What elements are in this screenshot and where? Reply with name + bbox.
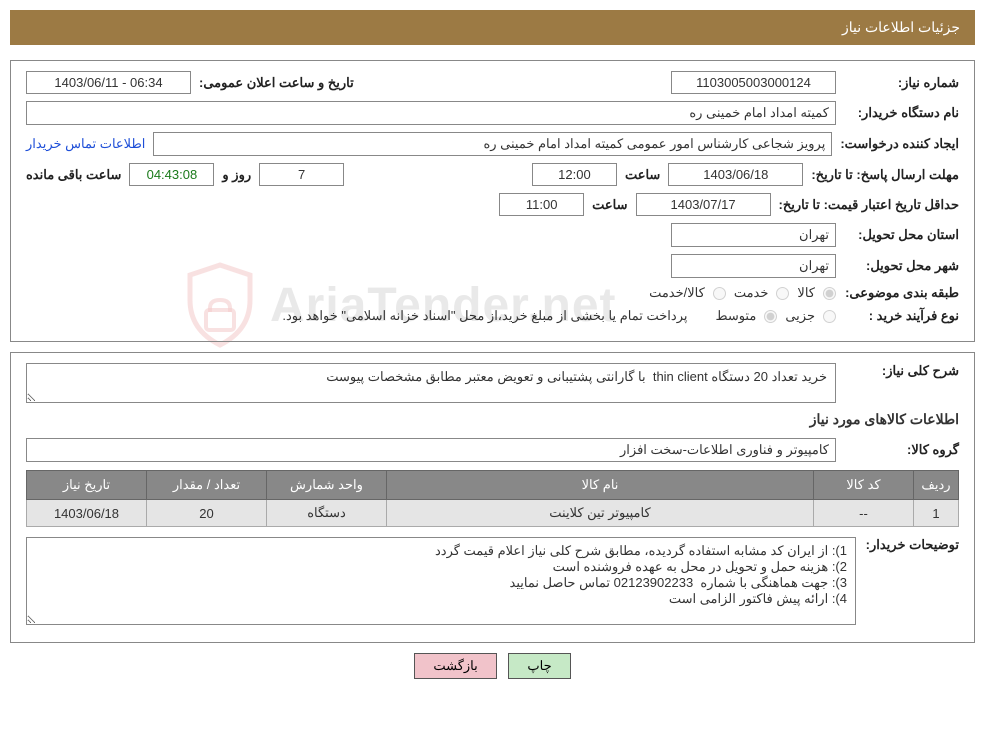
purchase-medium-label: متوسط xyxy=(715,308,756,324)
items-title: اطلاعات کالاهای مورد نیاز xyxy=(26,411,959,428)
category-goods-label: کالا xyxy=(797,285,815,301)
category-goods-service-radio[interactable] xyxy=(713,287,726,300)
province-label: استان محل تحویل: xyxy=(844,227,959,243)
deadline-time-field: 12:00 xyxy=(532,163,617,186)
purchase-minor-radio[interactable] xyxy=(823,310,836,323)
details-section: شرح کلی نیاز: خرید تعداد 20 دستگاه thin … xyxy=(10,352,975,643)
table-row: 1 -- کامپیوتر تین کلاینت دستگاه 20 1403/… xyxy=(27,500,959,527)
time-label-2: ساعت xyxy=(592,197,627,213)
time-label-1: ساعت xyxy=(625,167,660,183)
buyer-org-field: کمیته امداد امام خمینی ره xyxy=(26,101,836,125)
page-title: جزئیات اطلاعات نیاز xyxy=(842,19,960,35)
buyer-contact-link[interactable]: اطلاعات تماس خریدار xyxy=(26,136,145,152)
buyer-notes-label: توضیحات خریدار: xyxy=(864,537,959,553)
province-field: تهران xyxy=(671,223,836,247)
group-label: گروه کالا: xyxy=(844,442,959,458)
validity-time-field: 11:00 xyxy=(499,193,584,216)
cell-unit: دستگاه xyxy=(267,500,387,527)
desc-label: شرح کلی نیاز: xyxy=(844,363,959,379)
th-qty: تعداد / مقدار xyxy=(147,471,267,500)
print-button[interactable]: چاپ xyxy=(508,653,570,679)
info-section: شماره نیاز: 1103005003000124 تاریخ و ساع… xyxy=(10,60,975,342)
category-service-radio[interactable] xyxy=(776,287,789,300)
days-remaining-field: 7 xyxy=(259,163,344,186)
back-button[interactable]: بازگشت xyxy=(414,653,496,679)
city-label: شهر محل تحویل: xyxy=(844,258,959,274)
desc-field: خرید تعداد 20 دستگاه thin client با گارا… xyxy=(26,363,836,403)
countdown-field: 04:43:08 xyxy=(129,163,214,186)
purchase-type-label: نوع فرآیند خرید : xyxy=(844,308,959,324)
cell-name: کامپیوتر تین کلاینت xyxy=(387,500,814,527)
city-field: تهران xyxy=(671,254,836,278)
purchase-medium-radio[interactable] xyxy=(764,310,777,323)
cell-date: 1403/06/18 xyxy=(27,500,147,527)
th-row: ردیف xyxy=(914,471,959,500)
category-service-label: خدمت xyxy=(734,285,769,301)
requester-field: پرویز شجاعی کارشناس امور عمومی کمیته امد… xyxy=(153,132,832,156)
buyer-notes-field: 1): از ایران کد مشابه استفاده گردیده، مط… xyxy=(26,537,856,625)
th-code: کد کالا xyxy=(814,471,914,500)
cell-qty: 20 xyxy=(147,500,267,527)
days-label: روز و xyxy=(222,167,251,183)
cell-code: -- xyxy=(814,500,914,527)
deadline-date-field: 1403/06/18 xyxy=(668,163,803,186)
requester-label: ایجاد کننده درخواست: xyxy=(840,136,959,152)
th-date: تاریخ نیاز xyxy=(27,471,147,500)
th-name: نام کالا xyxy=(387,471,814,500)
category-goods-radio[interactable] xyxy=(823,287,836,300)
page-title-bar: جزئیات اطلاعات نیاز xyxy=(10,10,975,45)
validity-date-field: 1403/07/17 xyxy=(636,193,771,216)
purchase-minor-label: جزیی xyxy=(785,308,815,324)
validity-label: حداقل تاریخ اعتبار قیمت: تا تاریخ: xyxy=(779,197,959,213)
th-unit: واحد شمارش xyxy=(267,471,387,500)
announce-datetime-label: تاریخ و ساعت اعلان عمومی: xyxy=(199,75,354,91)
need-number-field: 1103005003000124 xyxy=(671,71,836,94)
group-field: کامپیوتر و فناوری اطلاعات-سخت افزار xyxy=(26,438,836,462)
category-label: طبقه بندی موضوعی: xyxy=(844,285,959,301)
remaining-label: ساعت باقی مانده xyxy=(26,167,121,183)
announce-datetime-field: 1403/06/11 - 06:34 xyxy=(26,71,191,94)
category-goods-service-label: کالا/خدمت xyxy=(649,285,705,301)
purchase-note: پرداخت تمام یا بخشی از مبلغ خرید،از محل … xyxy=(282,308,687,324)
need-number-label: شماره نیاز: xyxy=(844,75,959,91)
buyer-org-label: نام دستگاه خریدار: xyxy=(844,105,959,121)
deadline-label: مهلت ارسال پاسخ: تا تاریخ: xyxy=(811,167,959,183)
items-table: ردیف کد کالا نام کالا واحد شمارش تعداد /… xyxy=(26,470,959,527)
cell-row: 1 xyxy=(914,500,959,527)
